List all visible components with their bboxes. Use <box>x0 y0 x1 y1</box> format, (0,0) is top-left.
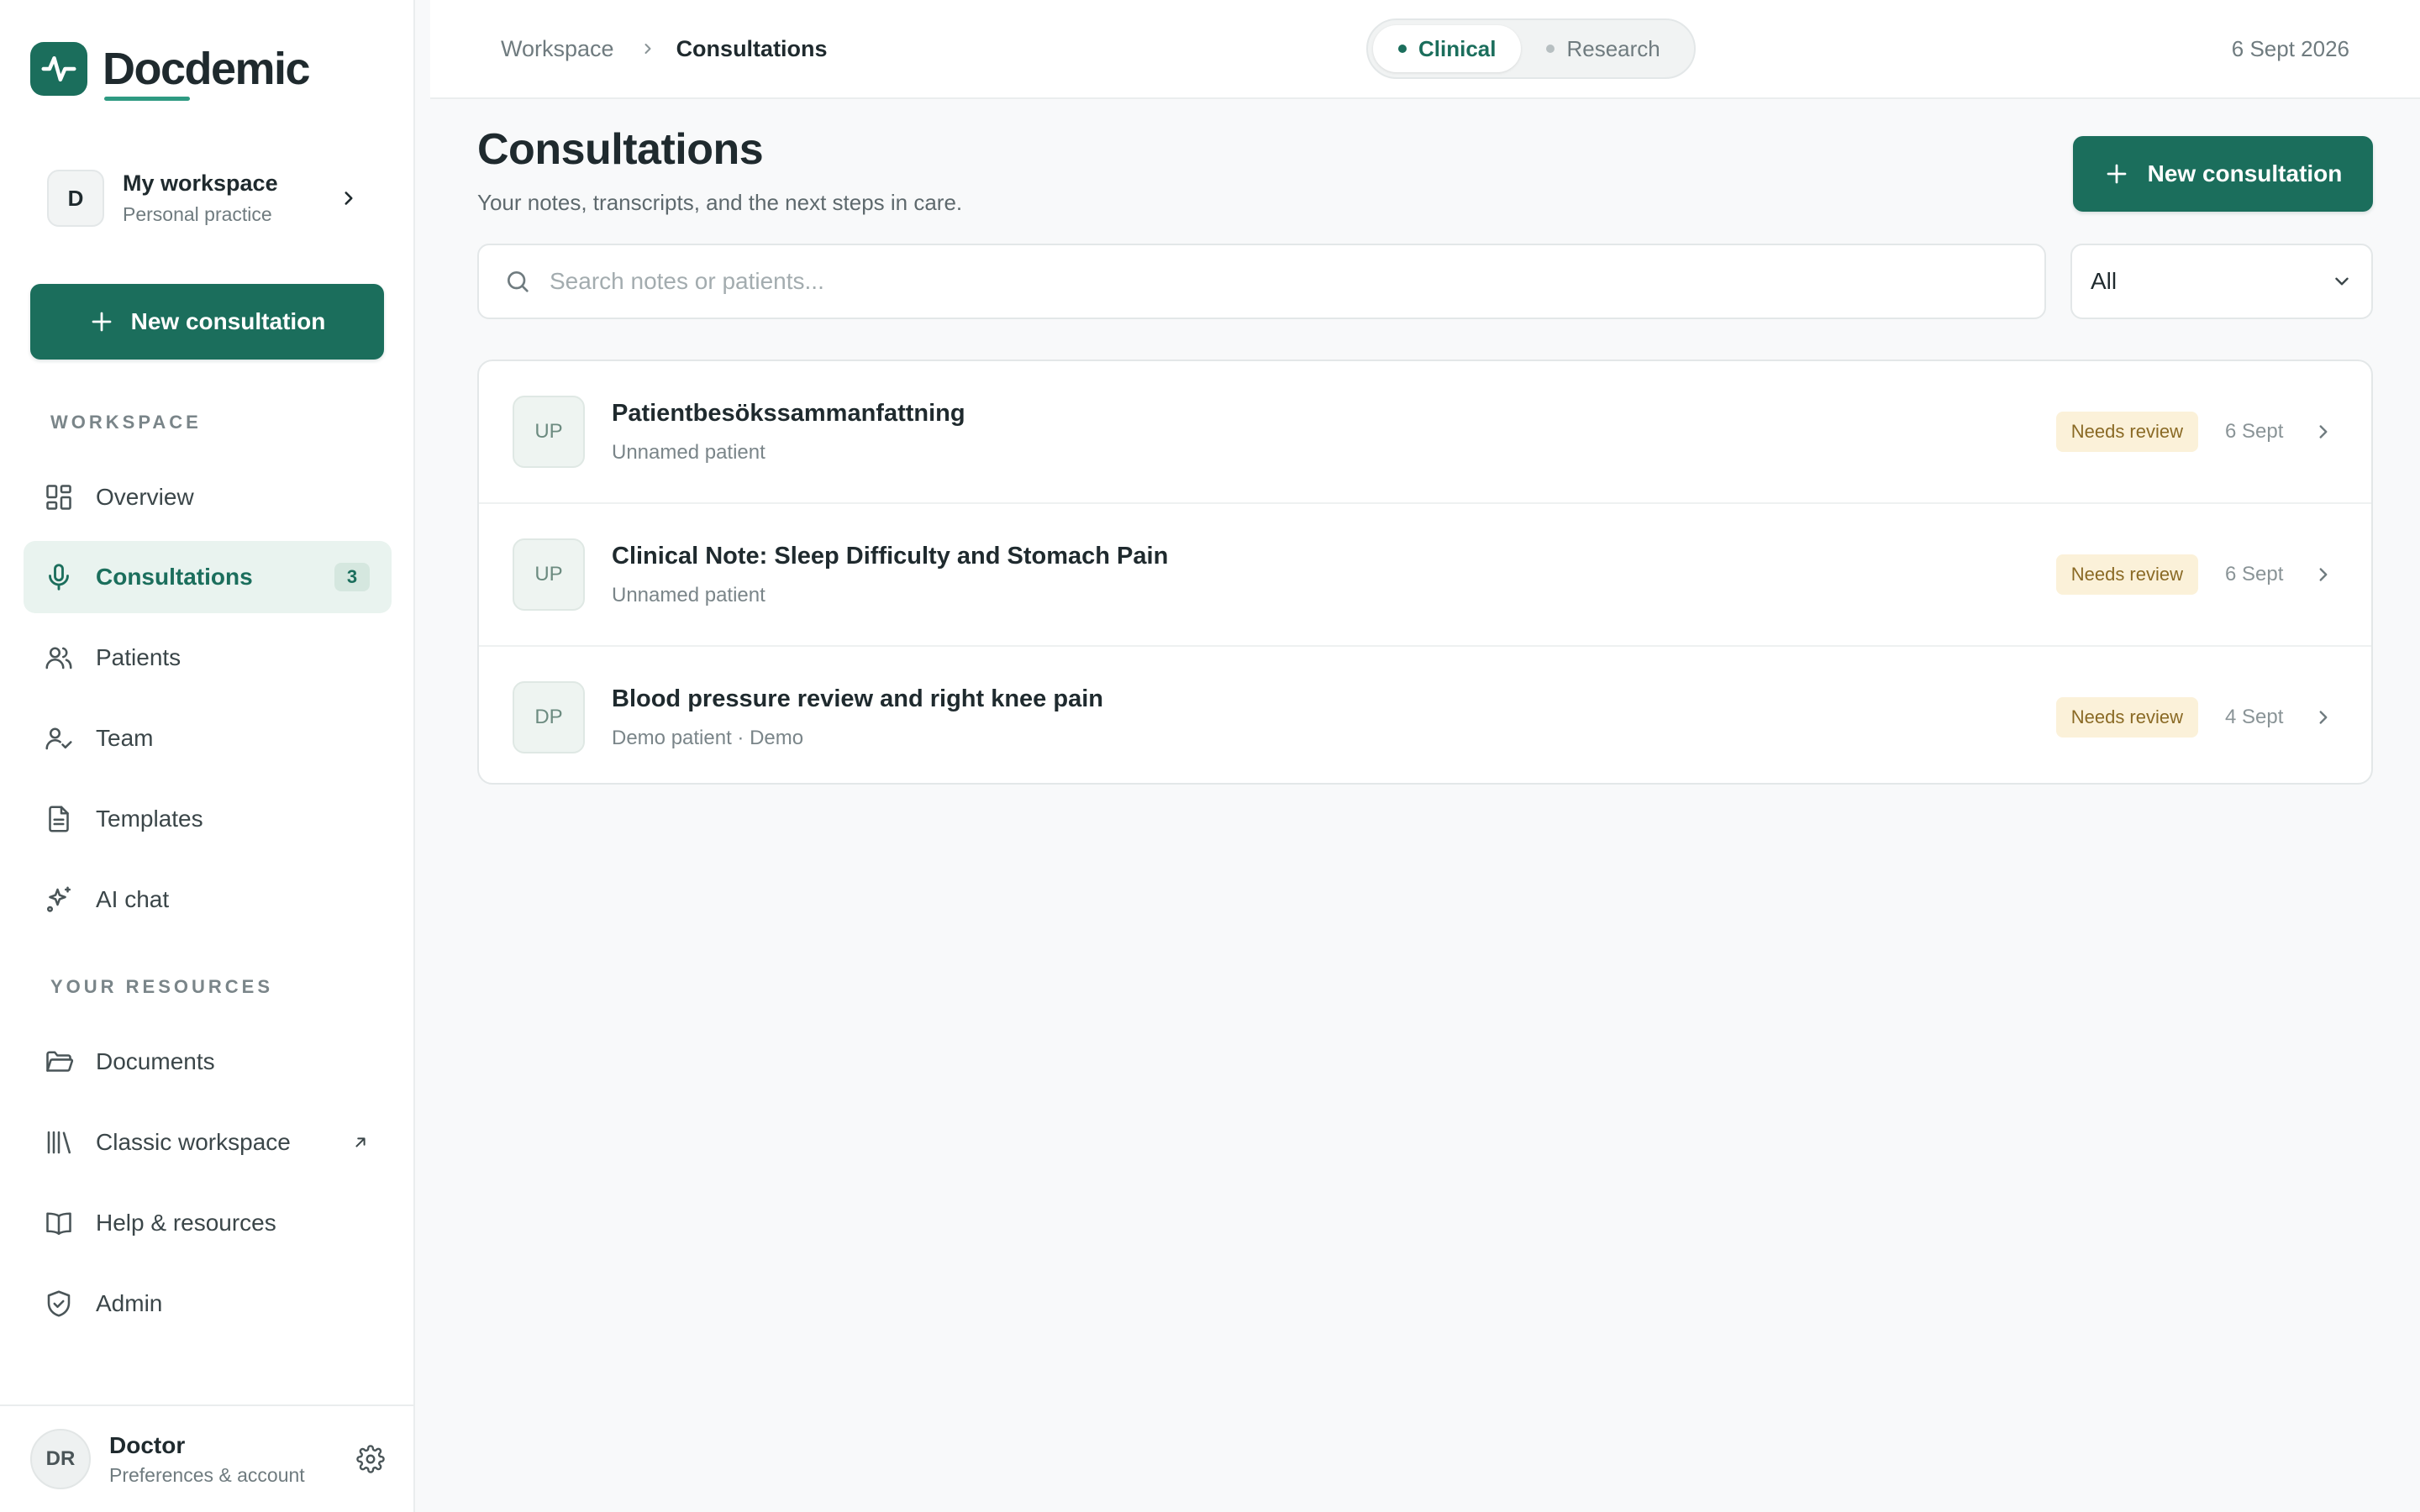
workspace-subtitle: Personal practice <box>123 203 272 225</box>
consultation-list: UP Patientbesökssammanfattning Unnamed p… <box>477 360 2373 785</box>
consultations-count-badge: 3 <box>334 563 370 591</box>
document-icon <box>42 802 76 836</box>
section-label-resources: YOUR RESOURCES <box>50 976 274 997</box>
plus-icon <box>2107 164 2126 184</box>
workspace-switcher[interactable]: D My workspace Personal practice <box>30 158 383 239</box>
sidebar-item-consultations[interactable]: Consultations 3 <box>24 541 392 613</box>
profile-footer[interactable]: DR Doctor Preferences & account <box>0 1404 415 1512</box>
page-subtitle: Your notes, transcripts, and the next st… <box>477 190 963 215</box>
top-bar: Workspace Consultations Clinical Researc… <box>430 0 2420 99</box>
pulse-icon <box>30 42 87 96</box>
filter-select[interactable]: All <box>2070 244 2373 319</box>
status-badge: Needs review <box>2055 554 2198 595</box>
mode-label: Clinical <box>1418 35 1497 61</box>
microphone-icon <box>42 560 76 594</box>
user-check-icon <box>42 722 76 755</box>
sidebar-item-templates[interactable]: Templates <box>24 783 392 855</box>
external-link-icon <box>355 1137 366 1147</box>
sidebar-item-label: Help & resources <box>96 1210 276 1236</box>
current-date: 6 Sept 2026 <box>2231 35 2349 61</box>
book-icon <box>42 1206 76 1240</box>
sidebar-item-help-resources[interactable]: Help & resources <box>24 1187 392 1259</box>
sparkles-icon <box>42 883 76 916</box>
sidebar-item-label: Patients <box>96 644 182 670</box>
sidebar-item-label: Documents <box>96 1048 215 1074</box>
patient-avatar: UP <box>513 396 585 468</box>
grid-icon <box>42 480 76 514</box>
sidebar-new-consultation-button[interactable]: New consultation <box>30 284 384 360</box>
sidebar-item-ai-chat[interactable]: AI chat <box>24 864 392 936</box>
profile-subtitle: Preferences & account <box>109 1463 305 1486</box>
consultation-title: Patientbesökssammanfattning <box>612 399 965 427</box>
app-name: Docdemic <box>103 44 311 101</box>
sidebar-item-classic-workspace[interactable]: Classic workspace <box>24 1106 392 1179</box>
app-logo[interactable]: Docdemic <box>30 42 311 101</box>
search-icon <box>508 271 529 292</box>
consultation-row[interactable]: UP Clinical Note: Sleep Difficulty and S… <box>479 504 2371 647</box>
consultation-patient: Unnamed patient <box>612 583 765 606</box>
consultation-date: 4 Sept <box>2225 706 2284 728</box>
chevron-down-icon <box>2335 277 2349 286</box>
patient-avatar: UP <box>513 538 585 611</box>
page-title: Consultations <box>477 125 764 174</box>
sidebar-item-label: Templates <box>96 806 203 832</box>
sidebar-item-label: Team <box>96 725 154 751</box>
workspace-name: My workspace <box>123 171 278 196</box>
inactive-dot-icon <box>1546 45 1555 53</box>
folder-icon <box>42 1045 76 1079</box>
mode-clinical-option[interactable]: Clinical <box>1373 25 1522 72</box>
sidebar-item-team[interactable]: Team <box>24 702 392 774</box>
shield-check-icon <box>42 1287 76 1320</box>
breadcrumb: Workspace Consultations <box>501 0 828 97</box>
consultation-row[interactable]: UP Patientbesökssammanfattning Unnamed p… <box>479 361 2371 504</box>
consultation-patient: Unnamed patient <box>612 440 765 464</box>
consultation-title: Blood pressure review and right knee pai… <box>612 685 1103 712</box>
consultation-date: 6 Sept <box>2225 420 2284 443</box>
sidebar-item-patients[interactable]: Patients <box>24 622 392 694</box>
chevron-right-icon <box>2319 568 2328 581</box>
avatar: DR <box>30 1429 91 1489</box>
mode-toggle: Clinical Research <box>1366 18 1696 79</box>
new-consultation-button[interactable]: New consultation <box>2073 136 2373 212</box>
chevron-right-icon <box>2319 711 2328 724</box>
chevron-right-icon <box>345 192 353 205</box>
active-dot-icon <box>1398 45 1407 53</box>
sidebar-item-label: Consultations <box>96 564 253 590</box>
new-consultation-label: New consultation <box>2147 160 2343 186</box>
status-badge: Needs review <box>2055 697 2198 738</box>
section-label-workspace: WORKSPACE <box>50 412 202 433</box>
chevron-right-icon <box>644 44 651 54</box>
workspace-avatar: D <box>47 170 104 227</box>
sidebar-item-label: Admin <box>96 1290 163 1316</box>
mode-label: Research <box>1566 35 1660 61</box>
consultation-patient: Demo patient · Demo <box>612 726 804 749</box>
patient-avatar: DP <box>513 681 585 753</box>
chevron-right-icon <box>2319 425 2328 438</box>
sidebar-item-documents[interactable]: Documents <box>24 1026 392 1098</box>
users-icon <box>42 641 76 675</box>
breadcrumb-workspace-link[interactable]: Workspace <box>501 36 614 62</box>
consultation-title: Clinical Note: Sleep Difficulty and Stom… <box>612 542 1169 570</box>
sidebar-item-admin[interactable]: Admin <box>24 1268 392 1340</box>
sidebar-item-overview[interactable]: Overview <box>24 461 392 533</box>
sidebar-item-label: Overview <box>96 484 194 510</box>
mode-research-option[interactable]: Research <box>1521 25 1685 72</box>
filter-value: All <box>2091 268 2118 294</box>
search-bar <box>477 244 2046 319</box>
plus-icon <box>92 312 111 332</box>
profile-name: Doctor <box>109 1431 186 1458</box>
gear-icon[interactable] <box>356 1445 385 1473</box>
library-icon <box>42 1126 76 1159</box>
new-consultation-label: New consultation <box>130 308 326 334</box>
search-input[interactable] <box>548 267 2044 296</box>
breadcrumb-current: Consultations <box>676 35 828 61</box>
status-badge: Needs review <box>2055 412 2198 452</box>
sidebar-item-label: AI chat <box>96 886 170 912</box>
sidebar-item-label: Classic workspace <box>96 1129 291 1155</box>
consultation-row[interactable]: DP Blood pressure review and right knee … <box>479 647 2371 783</box>
sidebar: Docdemic D My workspace Personal practic… <box>0 0 415 1512</box>
consultation-date: 6 Sept <box>2225 563 2284 585</box>
